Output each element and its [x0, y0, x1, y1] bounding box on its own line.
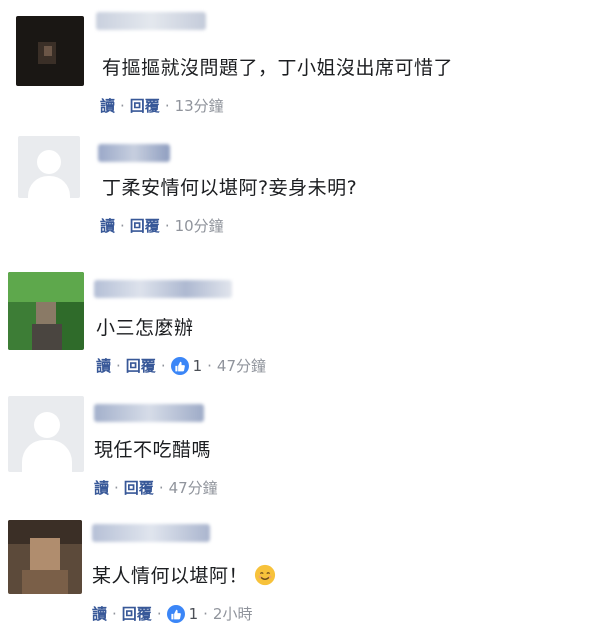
comment-item: 有摳摳就沒問題了，丁小姐沒出席可惜了 讀 · 回覆 · 13分鐘: [0, 0, 607, 126]
comment-text: 現任不吃醋嗎: [94, 439, 212, 461]
comment-item: 現任不吃醋嗎 讀 · 回覆 · 47分鐘: [0, 388, 607, 510]
comment-item: 丁柔安情何以堪阿?妾身未明? 讀 · 回覆 · 10分鐘: [0, 126, 607, 252]
reply-link[interactable]: 回覆: [130, 216, 160, 236]
name-blurred[interactable]: [94, 404, 204, 422]
timestamp[interactable]: 47分鐘: [169, 478, 218, 498]
separator-dot: ·: [116, 357, 121, 375]
separator-dot: ·: [164, 97, 170, 115]
comment-text: 小三怎麼辦: [96, 317, 194, 339]
comment-actions: 讀 · 回覆 · 10分鐘: [100, 216, 224, 236]
comment-actions: 讀 · 回覆 · 1 · 47分鐘: [96, 356, 266, 376]
read-link[interactable]: 讀: [94, 478, 109, 498]
name-blurred[interactable]: [92, 524, 210, 542]
avatar[interactable]: [8, 396, 84, 472]
like-icon[interactable]: [166, 605, 185, 623]
separator-dot: ·: [120, 217, 125, 235]
separator-dot: ·: [164, 217, 170, 235]
read-link[interactable]: 讀: [92, 604, 107, 624]
separator-dot: ·: [207, 357, 212, 375]
comment-actions: 讀 · 回覆 · 47分鐘: [94, 478, 218, 498]
avatar[interactable]: [8, 272, 84, 350]
name-blurred[interactable]: [94, 280, 232, 298]
separator-dot: ·: [203, 605, 208, 623]
timestamp[interactable]: 47分鐘: [217, 356, 266, 376]
comment-actions: 讀 · 回覆 · 13分鐘: [100, 96, 224, 116]
comment-item: 某人情何以堪阿！ 讀 · 回覆 · 1 · 2小時: [0, 510, 607, 640]
reply-link[interactable]: 回覆: [124, 478, 154, 498]
reply-link[interactable]: 回覆: [126, 356, 156, 376]
comment-text-content: 某人情何以堪阿！: [92, 565, 249, 587]
separator-dot: ·: [120, 97, 125, 115]
avatar[interactable]: [8, 520, 82, 594]
reaction-count[interactable]: 1: [189, 604, 199, 624]
timestamp[interactable]: 2小時: [213, 604, 253, 624]
comment-text: 丁柔安情何以堪阿?妾身未明?: [102, 177, 358, 199]
comment-list: 有摳摳就沒問題了，丁小姐沒出席可惜了 讀 · 回覆 · 13分鐘 丁柔安情何以堪…: [0, 0, 607, 640]
separator-dot: ·: [112, 605, 117, 623]
separator-dot: ·: [156, 605, 162, 623]
timestamp[interactable]: 13分鐘: [175, 96, 224, 116]
separator-dot: ·: [158, 479, 164, 497]
avatar[interactable]: [18, 136, 80, 198]
timestamp[interactable]: 10分鐘: [175, 216, 224, 236]
avatar[interactable]: [16, 16, 84, 86]
separator-dot: ·: [114, 479, 119, 497]
like-icon[interactable]: [170, 357, 189, 375]
comment-text: 某人情何以堪阿！: [92, 564, 276, 588]
smiling-face-icon: [254, 564, 276, 586]
separator-dot: ·: [160, 357, 166, 375]
name-blurred[interactable]: [98, 144, 170, 162]
comment-item: 小三怎麼辦 讀 · 回覆 · 1 · 47分鐘: [0, 252, 607, 388]
read-link[interactable]: 讀: [100, 216, 115, 236]
reply-link[interactable]: 回覆: [130, 96, 160, 116]
comment-text: 有摳摳就沒問題了，丁小姐沒出席可惜了: [102, 57, 454, 79]
comment-actions: 讀 · 回覆 · 1 · 2小時: [92, 604, 252, 624]
reaction-count[interactable]: 1: [193, 356, 203, 376]
read-link[interactable]: 讀: [100, 96, 115, 116]
reply-link[interactable]: 回覆: [122, 604, 152, 624]
name-blurred[interactable]: [96, 12, 206, 30]
read-link[interactable]: 讀: [96, 356, 111, 376]
